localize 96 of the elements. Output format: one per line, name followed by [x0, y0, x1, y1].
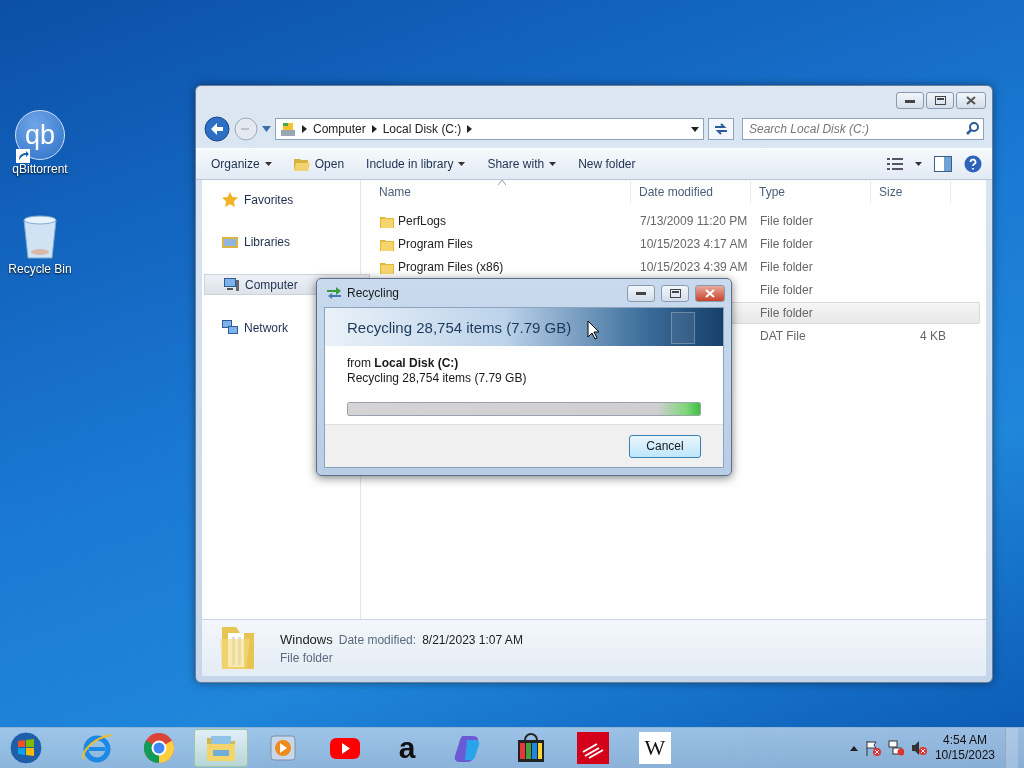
back-button[interactable] — [204, 116, 230, 142]
file-size: 4 KB — [920, 329, 946, 343]
close-button[interactable] — [695, 284, 725, 302]
minimize-button[interactable] — [627, 284, 655, 302]
speaker-muted-icon[interactable] — [910, 740, 927, 756]
file-type: File folder — [760, 260, 813, 274]
preview-pane-icon[interactable] — [934, 156, 952, 172]
column-header[interactable]: Date modified — [631, 181, 751, 203]
chevron-right-icon — [371, 125, 377, 133]
file-name: Program Files — [398, 237, 473, 251]
refresh-button[interactable] — [708, 118, 734, 140]
mouse-cursor-icon — [587, 320, 600, 340]
nav-item[interactable]: Favorites — [204, 190, 360, 209]
maximize-button[interactable] — [926, 92, 954, 109]
caret-icon — [915, 162, 922, 166]
media-player-icon — [267, 732, 299, 764]
chevron-right-icon — [467, 125, 473, 133]
file-row[interactable]: PerfLogs 7/13/2009 11:20 PM File folder — [371, 210, 980, 232]
close-button[interactable] — [956, 92, 986, 109]
clock-time[interactable]: 4:54 AM — [942, 733, 987, 748]
icon-label: Recycle Bin — [8, 262, 72, 276]
chrome-icon — [143, 732, 175, 764]
clock-date[interactable]: 10/15/2023 — [934, 748, 995, 763]
file-type: File folder — [760, 214, 813, 228]
breadcrumb-link[interactable]: Computer — [313, 122, 366, 136]
dropdown-caret-icon[interactable] — [691, 126, 699, 132]
nav-item[interactable]: Libraries — [204, 232, 360, 251]
icon-label: qBittorrent — [12, 162, 68, 176]
star-icon — [222, 192, 238, 207]
network-icon — [222, 320, 238, 335]
drive-icon — [280, 121, 296, 137]
toolbar-button[interactable]: Open — [288, 155, 350, 173]
recycle-bin-icon[interactable] — [20, 214, 60, 260]
file-type: File folder — [760, 237, 813, 251]
browser-e-icon — [81, 732, 113, 764]
cancel-button[interactable]: Cancel — [629, 434, 701, 458]
toolbar-button[interactable]: Organize — [206, 155, 277, 173]
file-name: PerfLogs — [398, 214, 447, 228]
source-text: from Local Disk (C:) — [347, 356, 460, 370]
maximize-button[interactable] — [661, 284, 689, 302]
shopping-bag-icon — [515, 732, 547, 764]
history-caret-icon[interactable] — [262, 126, 271, 132]
toolbar-button[interactable]: Share with — [482, 155, 562, 173]
glass-panel — [671, 312, 695, 344]
folder-icon — [380, 260, 394, 274]
taskbar-app-button[interactable]: W — [628, 729, 682, 767]
column-header[interactable]: Type — [751, 181, 871, 203]
toolbar-button[interactable]: Include in library — [361, 155, 471, 173]
folder-icon — [380, 237, 394, 251]
dialog-heading: Recycling 28,754 items (7.79 GB) — [347, 318, 572, 336]
forward-circle-icon — [234, 117, 258, 141]
shortcut-arrow-icon — [16, 149, 30, 163]
date-label: Date modified: — [338, 632, 417, 647]
date-modified: 10/15/2023 4:17 AM — [640, 237, 748, 251]
close-icon — [966, 96, 976, 105]
search-field[interactable]: Search Local Disk (C:) — [742, 118, 984, 140]
view-list-icon[interactable] — [887, 158, 903, 170]
chevron-right-icon — [302, 125, 307, 133]
windows-orb-icon — [9, 731, 43, 765]
letter-tile: W — [639, 732, 671, 764]
letter-logo: a — [397, 732, 417, 764]
column-header[interactable]: Size — [871, 181, 951, 203]
status-text: Recycling 28,754 items (7.79 GB) — [347, 371, 528, 385]
maximize-icon — [669, 288, 681, 298]
computer-icon — [223, 277, 239, 292]
item-name: Windows — [280, 631, 333, 647]
file-row[interactable]: Program Files 10/15/2023 4:17 AM File folder — [371, 233, 980, 255]
column-header[interactable]: Name — [371, 181, 631, 203]
folder-icon — [380, 214, 394, 228]
file-type: File folder — [760, 306, 813, 320]
network-warning-icon[interactable] — [887, 740, 904, 756]
file-row[interactable]: Program Files (x86) 10/15/2023 4:39 AM File folder — [371, 256, 980, 278]
refresh-arrows-icon — [714, 123, 728, 135]
item-type: File folder — [280, 650, 334, 665]
file-type: DAT File — [760, 329, 806, 343]
maximize-icon — [934, 96, 946, 105]
help-icon[interactable] — [964, 155, 982, 173]
library-icon — [222, 234, 238, 249]
recycle-arrows-icon — [327, 287, 341, 299]
flag-warning-icon[interactable] — [864, 740, 881, 756]
breadcrumb-link[interactable]: Local Disk (C:) — [382, 122, 462, 136]
flag-logo-icon — [577, 732, 609, 764]
minimize-button[interactable] — [896, 92, 924, 109]
date-modified: 7/13/2009 11:20 PM — [640, 214, 748, 228]
taskbar-app-button[interactable]: a — [380, 729, 434, 767]
open-folder-icon — [293, 157, 310, 171]
date-value: 8/21/2023 1:07 AM — [422, 632, 523, 647]
address-bar[interactable]: Computer Local Disk (C:) — [275, 118, 704, 140]
close-icon — [705, 288, 715, 298]
search-icon[interactable] — [966, 122, 979, 135]
file-name: Program Files (x86) — [398, 260, 504, 274]
up-arrow-icon[interactable] — [849, 745, 858, 751]
toolbar-button[interactable]: New folder — [573, 155, 641, 173]
minimize-icon — [905, 98, 915, 103]
date-modified: 10/15/2023 4:39 AM — [640, 260, 748, 274]
minimize-icon — [636, 291, 646, 295]
